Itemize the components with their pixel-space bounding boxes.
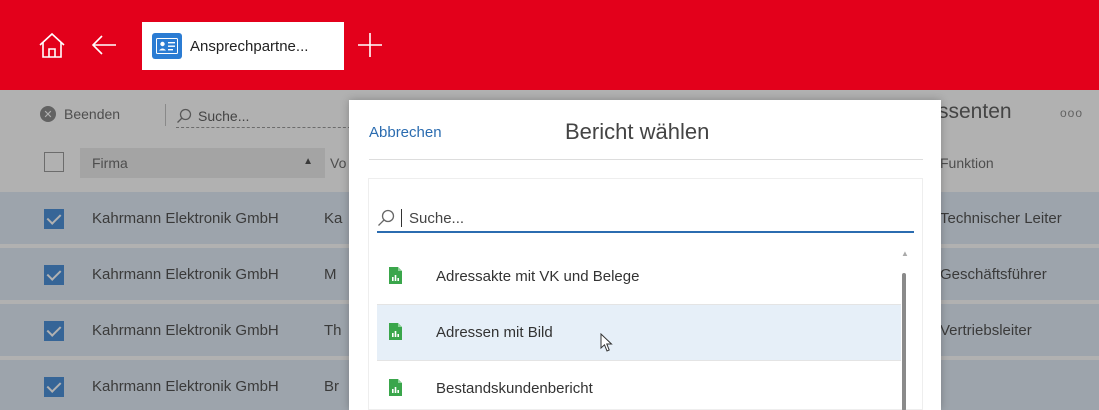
list-item-label: Bestandskundenbericht [436,380,593,397]
scroll-thumb[interactable] [902,273,906,410]
plus-icon[interactable] [350,25,390,65]
text-caret [401,209,402,227]
report-picker-dialog: Abbrechen Bericht wählen Suche... Adress… [349,100,941,410]
report-search-placeholder: Suche... [409,209,465,227]
top-bar: Ansprechpartne... [0,0,1099,90]
spreadsheet-report-icon [389,323,402,345]
report-list: Adressakte mit VK und Belege Adressen mi… [377,249,901,410]
list-item[interactable]: Adressen mit Bild [377,305,901,361]
tab-label: Ansprechpartne... [190,37,309,55]
spreadsheet-report-icon [389,267,402,289]
scroll-up-arrow-icon[interactable]: ▲ [901,249,909,258]
list-item[interactable]: Bestandskundenbericht [377,361,901,410]
cancel-button[interactable]: Abbrechen [369,124,442,141]
dialog-body: Suche... Adressakte mit VK und Belege Ad… [368,178,923,410]
dialog-header-divider [369,159,923,160]
tab-ansprechpartner[interactable]: Ansprechpartne... [142,22,344,70]
contact-card-icon [152,33,182,59]
dialog-title: Bericht wählen [565,119,710,144]
list-item[interactable]: Adressakte mit VK und Belege [377,249,901,305]
arrow-left-icon[interactable] [84,25,124,65]
spreadsheet-report-icon [389,379,402,401]
mouse-pointer-icon [600,332,614,358]
list-item-label: Adressen mit Bild [436,324,553,341]
search-icon [378,209,395,226]
list-scrollbar[interactable]: ▲ [901,249,909,410]
home-icon[interactable] [32,25,72,65]
report-search-input[interactable]: Suche... [377,205,914,233]
list-item-label: Adressakte mit VK und Belege [436,268,640,285]
